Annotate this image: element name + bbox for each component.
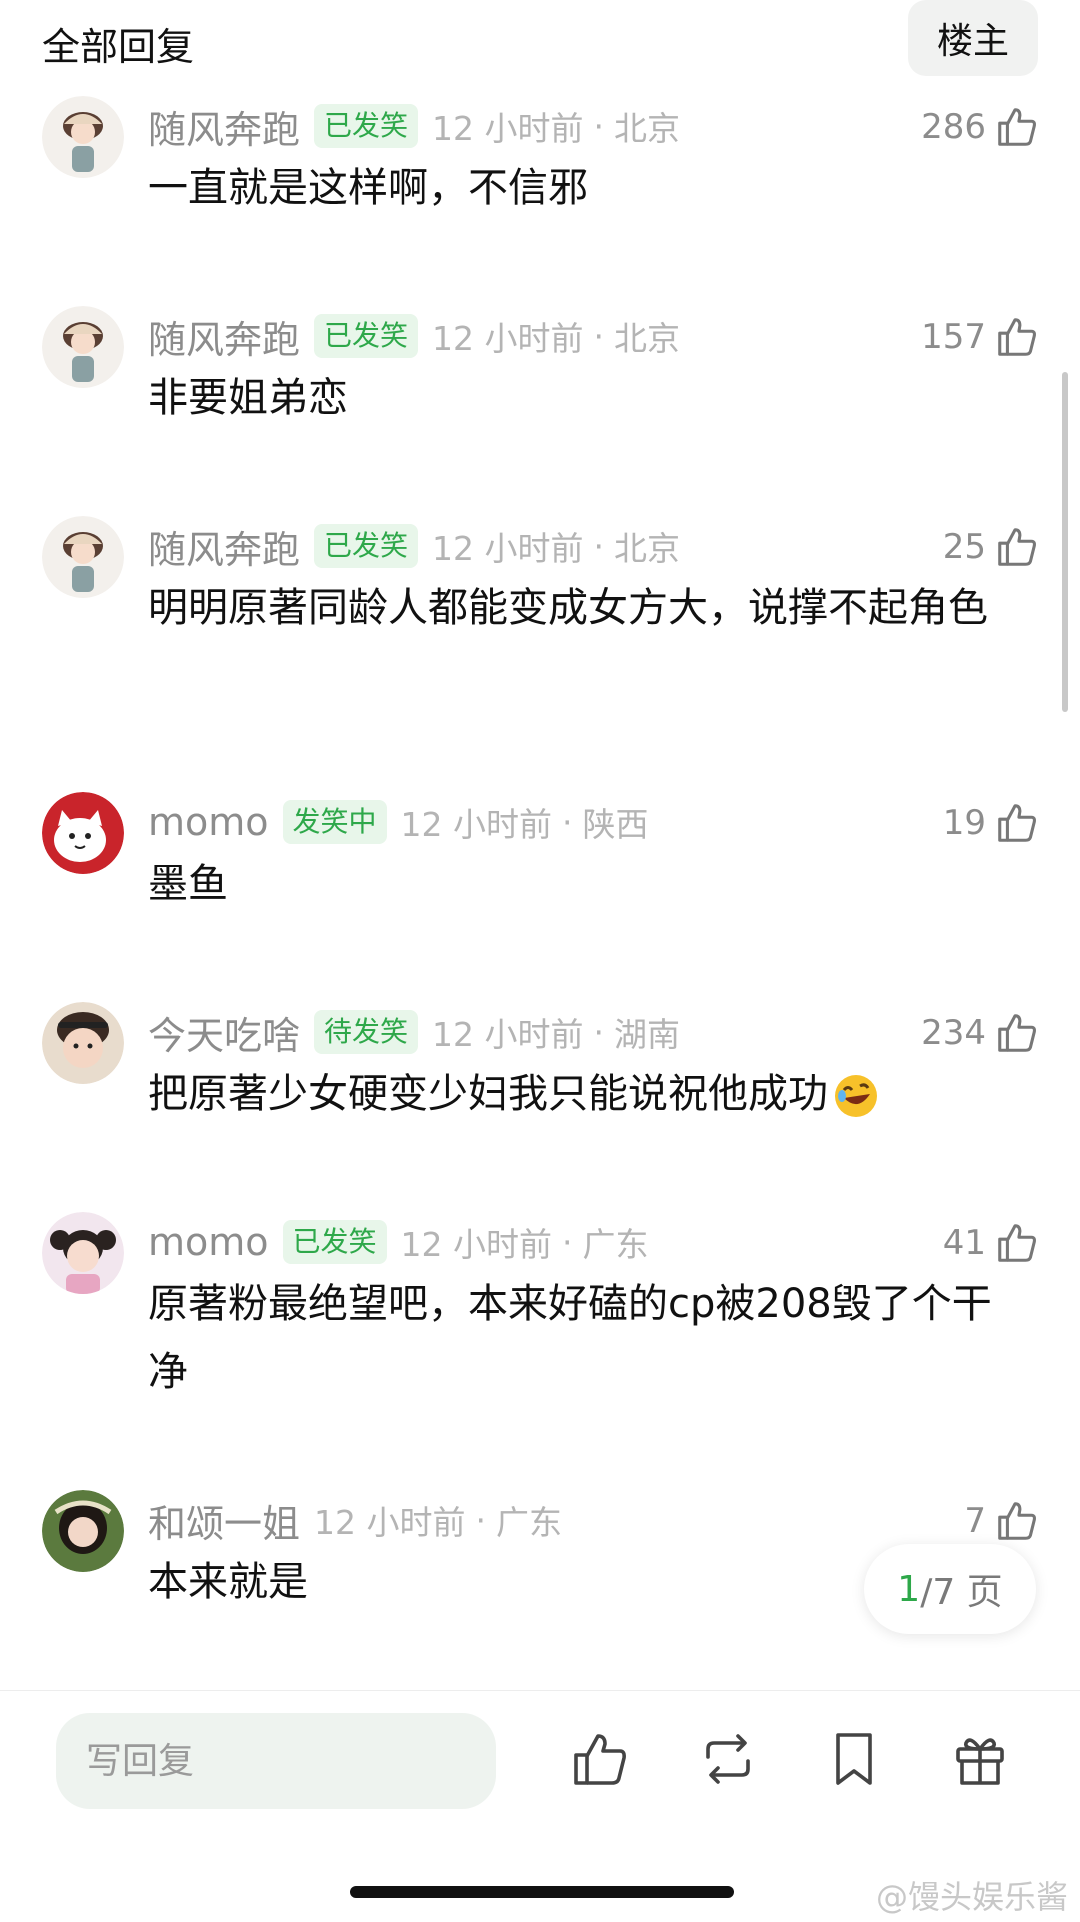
username[interactable]: momo <box>148 1220 269 1264</box>
location: 北京 <box>614 529 681 568</box>
comment-text: 把原著少女硬变少妇我只能说祝他成功 <box>148 1060 1028 1128</box>
separator-dot: · <box>593 1012 605 1052</box>
location: 湖南 <box>614 1015 681 1054</box>
username[interactable]: 随风奔跑 <box>148 99 300 154</box>
scrollbar[interactable] <box>1062 372 1068 712</box>
separator-dot: · <box>562 802 573 842</box>
comment-text: 原著粉最绝望吧，本来好磕的cp被208毁了个干净 <box>148 1281 992 1395</box>
username[interactable]: 今天吃啥 <box>148 1005 300 1060</box>
home-indicator <box>350 1886 734 1898</box>
status-badge: 已发笑 <box>314 524 419 568</box>
status-badge: 待发笑 <box>314 1010 419 1054</box>
rolling-laughing-emoji <box>835 1075 877 1117</box>
avatar[interactable] <box>42 1002 124 1084</box>
comment-meta: 和颂一姐 12 小时前 · 广东 <box>148 1492 562 1548</box>
like-button[interactable]: 41 <box>943 1212 1040 1274</box>
comment-meta: 随风奔跑 已发笑 12 小时前 · 北京 <box>148 308 680 364</box>
timestamp: 12 小时前 <box>400 805 553 844</box>
like-button[interactable]: 7 <box>964 1490 1040 1552</box>
thumbs-up-icon <box>994 314 1040 360</box>
comment-text-body: 把原著少女硬变少妇我只能说祝他成功 <box>148 1071 828 1117</box>
like-button[interactable]: 234 <box>921 1002 1040 1064</box>
bookmark-icon <box>822 1727 886 1791</box>
like-count: 19 <box>942 803 986 843</box>
comment-meta: 随风奔跑 已发笑 12 小时前 · 北京 <box>148 98 680 154</box>
current-page: 1 <box>897 1568 921 1610</box>
gift-icon <box>948 1727 1012 1791</box>
comment-text: 一直就是这样啊，不信邪 <box>148 165 588 211</box>
op-filter-button[interactable]: 楼主 <box>908 0 1038 76</box>
comment-text: 非要姐弟恋 <box>148 375 348 421</box>
like-count: 41 <box>942 1223 986 1263</box>
location: 陕西 <box>582 805 649 844</box>
thumbs-up-icon <box>994 1498 1040 1544</box>
like-button[interactable]: 25 <box>943 516 1040 578</box>
timestamp: 12 小时前 <box>400 1225 553 1264</box>
page-indicator[interactable]: 1/7 页 <box>864 1544 1036 1634</box>
bookmark-button[interactable] <box>822 1727 886 1791</box>
page-title: 全部回复 <box>42 25 195 69</box>
separator-dot: · <box>562 1222 573 1262</box>
reply-input[interactable] <box>56 1713 496 1809</box>
thumbs-up-icon <box>994 1220 1040 1266</box>
like-button[interactable]: 19 <box>943 792 1040 854</box>
like-button[interactable]: 286 <box>921 96 1040 158</box>
username[interactable]: 随风奔跑 <box>148 519 300 574</box>
watermark: @馒头娱乐酱 <box>875 1878 1068 1916</box>
thumbs-up-icon <box>994 524 1040 570</box>
separator-dot: · <box>475 1500 487 1540</box>
comment-text: 墨鱼 <box>148 861 228 907</box>
status-badge: 已发笑 <box>282 1220 387 1264</box>
total-pages: /7 页 <box>920 1572 1003 1613</box>
like-count: 25 <box>942 527 986 567</box>
username[interactable]: momo <box>148 800 269 844</box>
gift-button[interactable] <box>948 1727 1012 1791</box>
avatar[interactable] <box>42 516 124 598</box>
comment-meta: momo 已发笑 12 小时前 · 广东 <box>148 1214 649 1270</box>
status-badge: 发笑中 <box>282 800 387 844</box>
thumbs-up-icon <box>994 1010 1040 1056</box>
status-badge: 已发笑 <box>314 314 419 358</box>
repost-icon <box>696 1727 760 1791</box>
avatar[interactable] <box>42 306 124 388</box>
comment-meta: momo 发笑中 12 小时前 · 陕西 <box>148 794 649 850</box>
avatar[interactable] <box>42 792 124 874</box>
timestamp: 12 小时前 <box>432 319 584 358</box>
thumbs-up-icon <box>568 1727 632 1791</box>
thumbs-up-icon <box>994 104 1040 150</box>
comment-meta: 随风奔跑 已发笑 12 小时前 · 北京 <box>148 518 680 574</box>
avatar[interactable] <box>42 96 124 178</box>
status-badge: 已发笑 <box>314 104 419 148</box>
timestamp: 12 小时前 <box>432 529 584 568</box>
repost-button[interactable] <box>696 1727 760 1791</box>
separator-dot: · <box>593 526 605 566</box>
comment-meta: 今天吃啥 待发笑 12 小时前 · 湖南 <box>148 1004 680 1060</box>
timestamp: 12 小时前 <box>314 1503 466 1542</box>
like-button[interactable]: 157 <box>921 306 1040 368</box>
thumbs-up-icon <box>994 800 1040 846</box>
comment-text: 明明原著同龄人都能变成女方大，说撑不起角色 <box>148 585 988 631</box>
location: 广东 <box>496 1503 562 1542</box>
like-count: 7 <box>964 1501 986 1541</box>
location: 广东 <box>582 1225 649 1264</box>
like-count: 286 <box>921 107 986 147</box>
location: 北京 <box>614 109 681 148</box>
like-count: 234 <box>921 1013 986 1053</box>
location: 北京 <box>614 319 681 358</box>
username[interactable]: 和颂一姐 <box>148 1493 300 1548</box>
timestamp: 12 小时前 <box>432 109 584 148</box>
timestamp: 12 小时前 <box>432 1015 584 1054</box>
username[interactable]: 随风奔跑 <box>148 309 300 364</box>
like-post-button[interactable] <box>568 1727 632 1791</box>
separator-dot: · <box>593 106 605 146</box>
avatar[interactable] <box>42 1490 124 1572</box>
separator-dot: · <box>593 316 605 356</box>
avatar[interactable] <box>42 1212 124 1294</box>
like-count: 157 <box>921 317 986 357</box>
header: 全部回复 楼主 <box>0 0 1080 90</box>
